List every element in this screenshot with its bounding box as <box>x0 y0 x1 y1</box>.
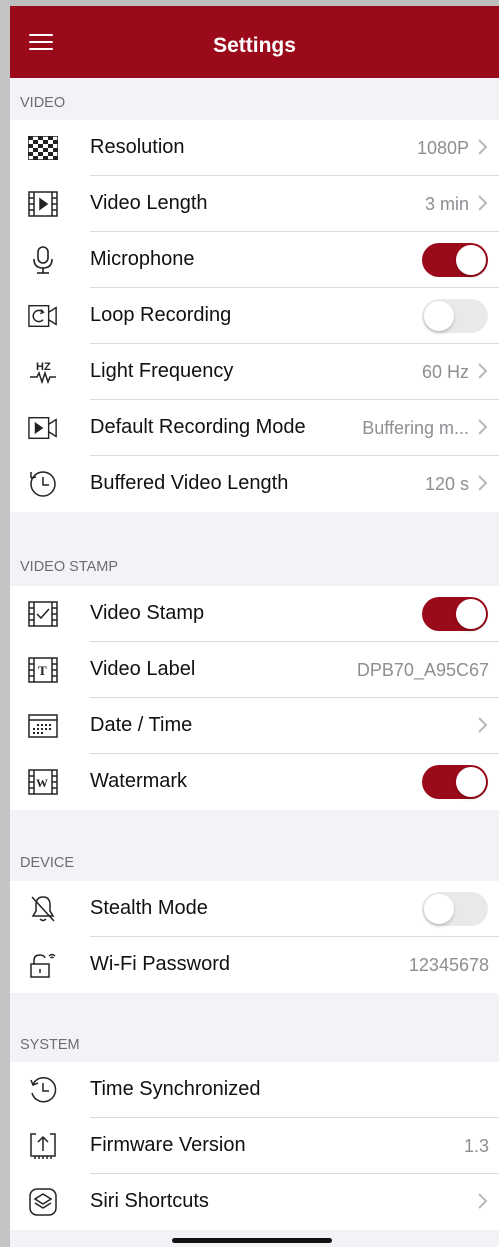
row-wifi-password[interactable]: Wi-Fi Password 12345678 <box>10 937 499 993</box>
chevron-right-icon <box>478 717 488 733</box>
video-stamp-toggle[interactable] <box>422 597 488 631</box>
device-settings-group: Stealth Mode Wi-Fi Password 12345678 <box>10 881 499 993</box>
chevron-right-icon <box>478 475 488 491</box>
row-label: Video Length <box>90 192 208 214</box>
video-stamp-settings-group: Video Stamp T Video Label DPB70_A95C67 D… <box>10 586 499 810</box>
checkerboard-icon <box>28 134 58 162</box>
row-label: Wi-Fi Password <box>90 953 231 975</box>
film-text-icon: T <box>28 656 58 684</box>
svg-text:HZ: HZ <box>36 361 51 373</box>
row-label: Firmware Version <box>90 1134 246 1156</box>
row-label: Resolution <box>90 136 185 158</box>
row-stealth-mode: Stealth Mode <box>10 881 499 937</box>
loop-recording-toggle[interactable] <box>422 299 488 333</box>
screen: Settings VIDEO Resolution 1080P Video Le… <box>0 0 499 1247</box>
row-microphone: Microphone <box>10 232 499 288</box>
system-settings-group: Time Synchronized Firmware Version 1.3 S… <box>10 1062 499 1230</box>
row-label: Siri Shortcuts <box>90 1190 209 1212</box>
row-label: Buffered Video Length <box>90 472 289 494</box>
row-label: Time Synchronized <box>90 1078 261 1100</box>
svg-text:T: T <box>38 663 47 678</box>
row-value: 1080P <box>416 138 469 158</box>
video-settings-group: Resolution 1080P Video Length 3 min Micr… <box>10 120 499 512</box>
device-frame-edge <box>0 0 10 1247</box>
row-value: DPB70_A95C67 <box>356 660 489 680</box>
row-siri-shortcuts[interactable]: Siri Shortcuts <box>10 1174 499 1230</box>
row-watermark: W Watermark <box>10 754 499 810</box>
row-label: Video Label <box>90 658 196 680</box>
row-video-length[interactable]: Video Length 3 min <box>10 176 499 232</box>
row-buffered-video-length[interactable]: Buffered Video Length 120 s <box>10 456 499 512</box>
section-header-video-stamp: VIDEO STAMP <box>20 559 119 575</box>
row-value: Buffering m... <box>362 418 469 438</box>
microphone-toggle[interactable] <box>422 243 488 277</box>
settings-app: Settings VIDEO Resolution 1080P Video Le… <box>10 6 499 1247</box>
chevron-right-icon <box>478 139 488 155</box>
row-date-time[interactable]: Date / Time <box>10 698 499 754</box>
chevron-right-icon <box>478 419 488 435</box>
navigation-bar: Settings <box>10 6 499 78</box>
chevron-right-icon <box>478 195 488 211</box>
row-label: Watermark <box>90 770 188 792</box>
svg-text:W: W <box>36 776 48 790</box>
loop-camera-icon <box>28 302 58 330</box>
stealth-mode-toggle[interactable] <box>422 892 488 926</box>
row-label: Loop Recording <box>90 304 232 326</box>
row-label: Date / Time <box>90 714 193 736</box>
row-light-frequency[interactable]: HZ Light Frequency 60 Hz <box>10 344 499 400</box>
film-play-icon <box>28 190 58 218</box>
row-value: 3 min <box>424 194 469 214</box>
section-header-system: SYSTEM <box>20 1037 80 1053</box>
clock-sync-icon <box>28 1076 58 1104</box>
siri-shortcuts-icon <box>28 1188 58 1216</box>
chevron-right-icon <box>478 363 488 379</box>
chevron-right-icon <box>478 1193 488 1209</box>
row-label: Microphone <box>90 248 195 270</box>
row-default-recording-mode[interactable]: Default Recording Mode Buffering m... <box>10 400 499 456</box>
clock-history-icon <box>28 470 58 498</box>
page-title: Settings <box>213 34 296 57</box>
row-label: Default Recording Mode <box>90 416 306 438</box>
calendar-icon <box>28 712 58 740</box>
row-value: 120 s <box>424 474 469 494</box>
row-firmware-version[interactable]: Firmware Version 1.3 <box>10 1118 499 1174</box>
row-resolution[interactable]: Resolution 1080P <box>10 120 499 176</box>
film-watermark-icon: W <box>28 768 58 796</box>
firmware-upload-icon <box>28 1132 58 1160</box>
row-label: Stealth Mode <box>90 897 208 919</box>
section-header-device: DEVICE <box>20 855 74 871</box>
microphone-icon <box>28 246 58 274</box>
row-label: Video Stamp <box>90 602 205 624</box>
row-time-synchronized[interactable]: Time Synchronized <box>10 1062 499 1118</box>
home-indicator[interactable] <box>172 1238 332 1243</box>
section-header-video: VIDEO <box>20 95 66 111</box>
record-mode-icon <box>28 414 58 442</box>
wifi-lock-icon <box>28 951 58 979</box>
row-label: Light Frequency <box>90 360 234 382</box>
hz-wave-icon: HZ <box>28 358 58 386</box>
row-video-stamp: Video Stamp <box>10 586 499 642</box>
row-video-label[interactable]: T Video Label DPB70_A95C67 <box>10 642 499 698</box>
row-value: 1.3 <box>463 1136 489 1156</box>
row-loop-recording: Loop Recording <box>10 288 499 344</box>
film-check-icon <box>28 600 58 628</box>
row-value: 60 Hz <box>421 362 469 382</box>
bell-slash-icon <box>28 895 58 923</box>
watermark-toggle[interactable] <box>422 765 488 799</box>
row-value: 12345678 <box>408 955 489 975</box>
